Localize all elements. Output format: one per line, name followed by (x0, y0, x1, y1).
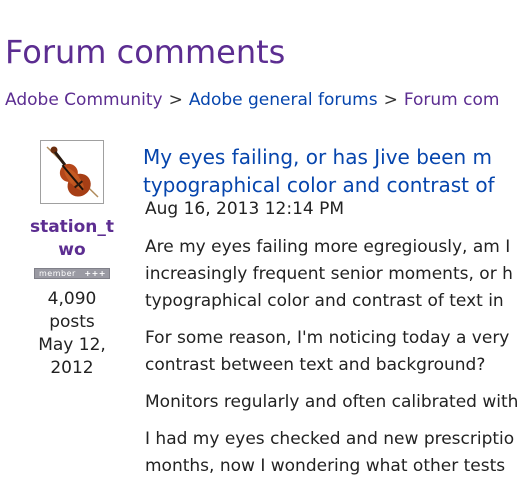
post-count: 4,090 (47, 289, 97, 309)
breadcrumb: Adobe Community > Adobe general forums > For… (5, 89, 499, 111)
post-title-line: typographical color and contrast of (143, 173, 495, 197)
breadcrumb-adobe-community[interactable]: Adobe Community (5, 90, 163, 110)
post-count-label: posts (49, 312, 95, 332)
post-title[interactable]: My eyes failing, or has Jive been m typo… (143, 143, 532, 199)
joined-date-line1: May 12, (38, 335, 106, 355)
page-title: Forum comments (5, 33, 286, 71)
post-text-line: typographical color and contrast of text… (145, 291, 504, 311)
post-paragraph: I had my eyes checked and new prescripti… (145, 426, 532, 480)
post-date: Aug 16, 2013 12:14 PM (145, 199, 345, 219)
post-paragraph: Are my eyes failing more egregiously, am… (145, 234, 532, 315)
violin-icon (41, 141, 103, 203)
post-text-line: For some reason, I'm noticing today a ve… (145, 328, 510, 348)
post-paragraph: Monitors regularly and often calibrated … (145, 389, 532, 416)
post-text-line: Monitors regularly and often calibrated … (145, 392, 519, 412)
member-badge-label: member (39, 269, 76, 278)
post-title-line: My eyes failing, or has Jive been m (143, 145, 493, 169)
post-text-line: I had my eyes checked and new prescripti… (145, 429, 515, 449)
post-text-line: increasingly frequent senior moments, or… (145, 264, 513, 284)
breadcrumb-adobe-general-forums[interactable]: Adobe general forums (189, 90, 378, 110)
breadcrumb-forum-comments[interactable]: Forum com (404, 90, 500, 110)
member-badge: member +++ (34, 268, 110, 279)
post-text-line: months, now I wondering what other tests (145, 456, 506, 476)
post-text-line: contrast between text and background? (145, 355, 486, 375)
avatar[interactable] (40, 140, 104, 204)
breadcrumb-separator: > (383, 90, 398, 110)
post-body: Are my eyes failing more egregiously, am… (145, 234, 532, 482)
member-badge-stars: +++ (84, 269, 106, 278)
author-name[interactable]: station_two (24, 216, 120, 262)
breadcrumb-separator: > (168, 90, 183, 110)
joined-date-line2: 2012 (50, 358, 94, 378)
post-paragraph: For some reason, I'm noticing today a ve… (145, 325, 532, 379)
author-meta: 4,090 posts May 12, 2012 (24, 288, 120, 380)
post-text-line: Are my eyes failing more egregiously, am… (145, 237, 511, 257)
